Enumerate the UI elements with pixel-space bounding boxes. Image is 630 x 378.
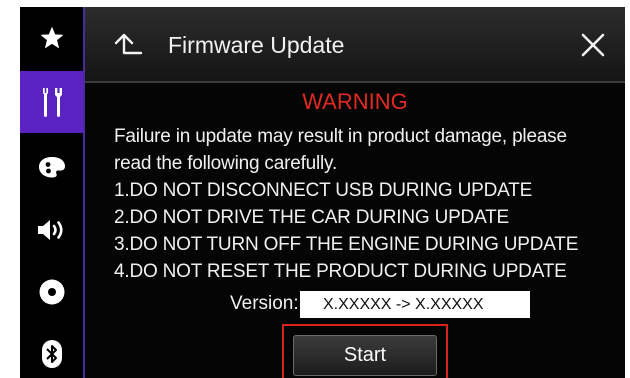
- sidebar-item-settings[interactable]: [20, 71, 83, 133]
- warning-heading: WARNING: [302, 89, 408, 114]
- close-icon[interactable]: [581, 33, 605, 57]
- theme-palette-icon: [38, 157, 65, 178]
- version-value: X.XXXXX -> X.XXXXX: [300, 291, 530, 318]
- instruction-line: 1.DO NOT DISCONNECT USB DURING UPDATE: [114, 180, 533, 201]
- version-label: Version:: [230, 293, 299, 314]
- instruction-line: 2.DO NOT DRIVE THE CAR DURING UPDATE: [114, 207, 510, 228]
- page-title: Firmware Update: [168, 32, 345, 58]
- header-bar: Firmware Update: [85, 7, 625, 81]
- start-button[interactable]: Start: [293, 335, 437, 376]
- head-unit-screen: Firmware Update WARNING Failure in updat…: [20, 7, 625, 378]
- instruction-line: 4.DO NOT RESET THE PRODUCT DURING UPDATE: [114, 261, 567, 282]
- speaker-icon: [37, 220, 63, 240]
- warning-message-line: read the following carefully.: [114, 153, 338, 174]
- instruction-line: 3.DO NOT TURN OFF THE ENGINE DURING UPDA…: [114, 234, 579, 255]
- sidebar: [20, 7, 83, 378]
- sidebar-item-bluetooth[interactable]: [20, 323, 83, 378]
- warning-message-line: Failure in update may result in product …: [114, 126, 567, 147]
- sidebar-item-theme[interactable]: [20, 136, 83, 198]
- update-dialog-content: WARNING Failure in update may result in …: [85, 83, 625, 378]
- sidebar-item-favorites[interactable]: [20, 7, 83, 69]
- disc-icon: [39, 279, 64, 305]
- bluetooth-icon: [41, 340, 62, 368]
- star-icon: [40, 26, 63, 49]
- tools-icon: [42, 87, 62, 117]
- sidebar-item-disc[interactable]: [20, 261, 83, 323]
- back-arrow-icon[interactable]: [113, 31, 143, 57]
- sidebar-item-audio[interactable]: [20, 199, 83, 261]
